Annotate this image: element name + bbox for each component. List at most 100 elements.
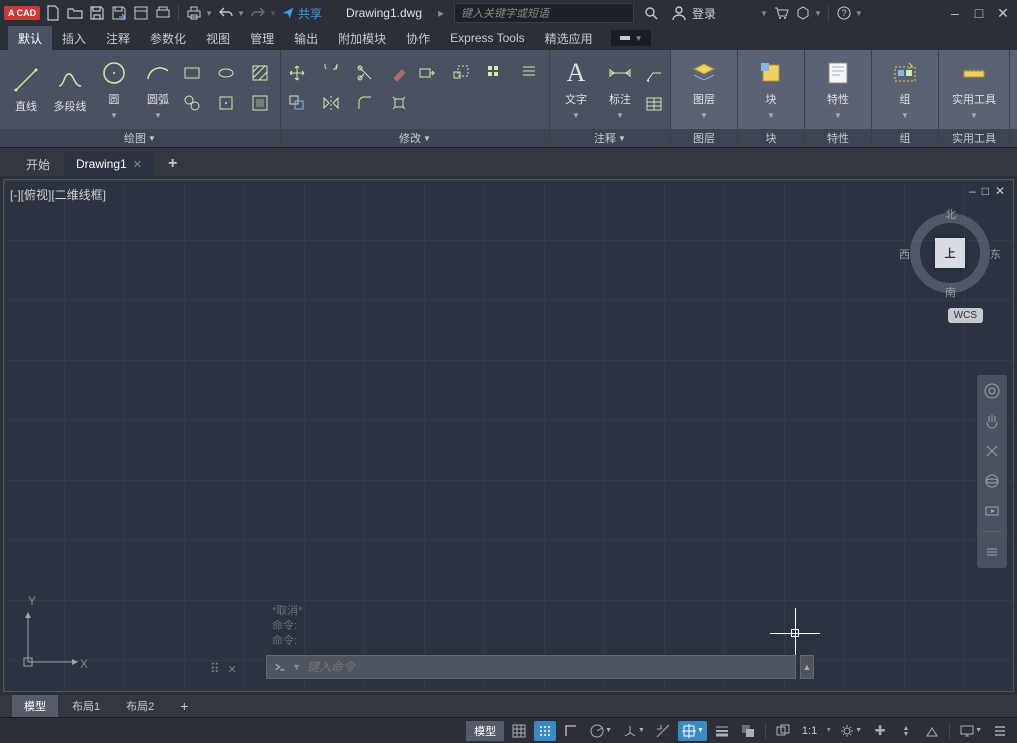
properties-button[interactable]: 特性▼ xyxy=(811,55,865,125)
wcs-badge[interactable]: WCS xyxy=(948,308,983,323)
rect-icon[interactable] xyxy=(182,63,202,83)
arc-button[interactable]: 圆弧▼ xyxy=(138,55,178,125)
spline-icon[interactable] xyxy=(182,93,202,113)
polar-toggle[interactable]: ▼ xyxy=(586,721,615,741)
add-layout-button[interactable]: + xyxy=(168,695,200,717)
nav-pan-icon[interactable] xyxy=(982,411,1002,431)
block-button[interactable]: 块▼ xyxy=(744,55,798,125)
text-button[interactable]: A文字▼ xyxy=(556,55,596,125)
line-button[interactable]: 直线 xyxy=(6,55,46,125)
open-icon[interactable] xyxy=(66,4,84,22)
leader-icon[interactable] xyxy=(644,66,664,86)
viewcube-west[interactable]: 西 xyxy=(899,246,910,262)
point-icon[interactable] xyxy=(216,93,236,113)
viewcube-top[interactable]: 上 xyxy=(935,238,965,268)
selection-cycling[interactable] xyxy=(772,721,794,741)
tab-manage[interactable]: 管理 xyxy=(240,26,284,51)
ellipse-icon[interactable] xyxy=(216,63,236,83)
mirror-icon[interactable] xyxy=(321,93,341,113)
move-icon[interactable] xyxy=(287,63,307,83)
workspace-icon[interactable]: ▼ xyxy=(956,721,985,741)
table-icon[interactable] xyxy=(644,94,664,114)
maximize-button[interactable]: □ xyxy=(969,3,989,23)
dropdown-icon[interactable]: ▼ xyxy=(855,9,863,18)
cart-icon[interactable] xyxy=(772,4,790,22)
command-handle[interactable]: ⠿✕ xyxy=(210,661,239,677)
tab-insert[interactable]: 插入 xyxy=(52,26,96,51)
command-input[interactable] xyxy=(307,660,789,674)
dropdown-icon[interactable]: ▼ xyxy=(269,9,277,18)
vp-minimize-button[interactable]: – xyxy=(969,184,976,198)
tab-drawing1[interactable]: Drawing1✕ xyxy=(64,152,154,176)
tab-parametric[interactable]: 参数化 xyxy=(140,26,196,51)
plot-icon[interactable] xyxy=(154,4,172,22)
region-icon[interactable] xyxy=(250,93,270,113)
hatch-icon[interactable] xyxy=(250,63,270,83)
login-label[interactable]: 登录 xyxy=(692,5,716,22)
web-icon[interactable] xyxy=(132,4,150,22)
ortho-toggle[interactable] xyxy=(560,721,582,741)
annotation-scale[interactable] xyxy=(895,721,917,741)
ucs-icon[interactable]: Y X xyxy=(18,602,88,675)
gear-icon[interactable]: ▼ xyxy=(836,721,865,741)
dropdown-icon[interactable]: ▼ xyxy=(237,9,245,18)
app-icon[interactable] xyxy=(794,4,812,22)
vp-close-button[interactable]: ✕ xyxy=(995,184,1005,198)
erase-icon[interactable] xyxy=(389,63,409,83)
copy-icon[interactable] xyxy=(287,93,307,113)
circle-button[interactable]: 圆▼ xyxy=(94,55,134,125)
tab-model[interactable]: 模型 xyxy=(12,695,58,717)
otrack-toggle[interactable] xyxy=(652,721,674,741)
tab-layout2[interactable]: 布局2 xyxy=(114,695,166,717)
scale-icon[interactable] xyxy=(451,63,471,83)
search-icon[interactable] xyxy=(642,4,660,22)
tab-express[interactable]: Express Tools xyxy=(440,27,534,49)
tab-more[interactable]: ▼ xyxy=(611,30,651,46)
drawing-canvas[interactable]: [-][俯视][二维线框] – □ ✕ 上 北 南 东 西 WCS Y X * xyxy=(3,179,1014,692)
annotation-monitor[interactable]: ✚ xyxy=(869,721,891,741)
tab-addons[interactable]: 附加模块 xyxy=(328,26,396,51)
command-expand-button[interactable]: ▲ xyxy=(800,655,814,679)
redo-icon[interactable] xyxy=(249,4,267,22)
tab-output[interactable]: 输出 xyxy=(284,26,328,51)
annotation-visibility[interactable] xyxy=(921,721,943,741)
customize-icon[interactable] xyxy=(989,721,1011,741)
tab-layout1[interactable]: 布局1 xyxy=(60,695,112,717)
undo-icon[interactable] xyxy=(217,4,235,22)
nav-wheel-icon[interactable] xyxy=(982,381,1002,401)
viewport-label[interactable]: [-][俯视][二维线框] xyxy=(10,186,106,203)
nav-showmotion-icon[interactable] xyxy=(982,501,1002,521)
tab-start[interactable]: 开始 xyxy=(14,152,62,176)
transparency-toggle[interactable] xyxy=(737,721,759,741)
close-tab-icon[interactable]: ✕ xyxy=(133,158,142,171)
save-icon[interactable] xyxy=(88,4,106,22)
print-icon[interactable] xyxy=(185,4,203,22)
user-icon[interactable] xyxy=(670,4,688,22)
dropdown-icon[interactable]: ▼ xyxy=(205,9,213,18)
saveas-icon[interactable] xyxy=(110,4,128,22)
array-icon[interactable] xyxy=(485,63,505,83)
new-tab-button[interactable]: + xyxy=(156,152,189,176)
dimension-button[interactable]: 标注▼ xyxy=(600,55,640,125)
dropdown-icon[interactable]: ▼ xyxy=(760,9,768,18)
lwt-toggle[interactable] xyxy=(711,721,733,741)
grid-toggle[interactable] xyxy=(508,721,530,741)
dropdown-icon[interactable]: ▼ xyxy=(814,9,822,18)
layer-button[interactable]: 图层▼ xyxy=(677,55,731,125)
new-icon[interactable] xyxy=(44,4,62,22)
dropdown-icon[interactable]: ▼ xyxy=(292,662,301,672)
share-button[interactable]: 共享 xyxy=(281,5,322,22)
scale-label[interactable]: 1:1 xyxy=(798,725,821,737)
command-line[interactable]: ▼ xyxy=(266,655,796,679)
tab-collab[interactable]: 协作 xyxy=(396,26,440,51)
nav-zoom-icon[interactable] xyxy=(982,441,1002,461)
explode-icon[interactable] xyxy=(389,93,409,113)
view-cube[interactable]: 上 北 南 东 西 xyxy=(905,208,995,298)
group-button[interactable]: 组▼ xyxy=(878,55,932,125)
isodraft-toggle[interactable]: ▼ xyxy=(619,721,648,741)
vp-maximize-button[interactable]: □ xyxy=(982,184,989,198)
minimize-button[interactable]: – xyxy=(945,3,965,23)
stretch-icon[interactable] xyxy=(417,63,437,83)
viewcube-east[interactable]: 东 xyxy=(990,246,1001,262)
viewcube-south[interactable]: 南 xyxy=(945,284,956,300)
